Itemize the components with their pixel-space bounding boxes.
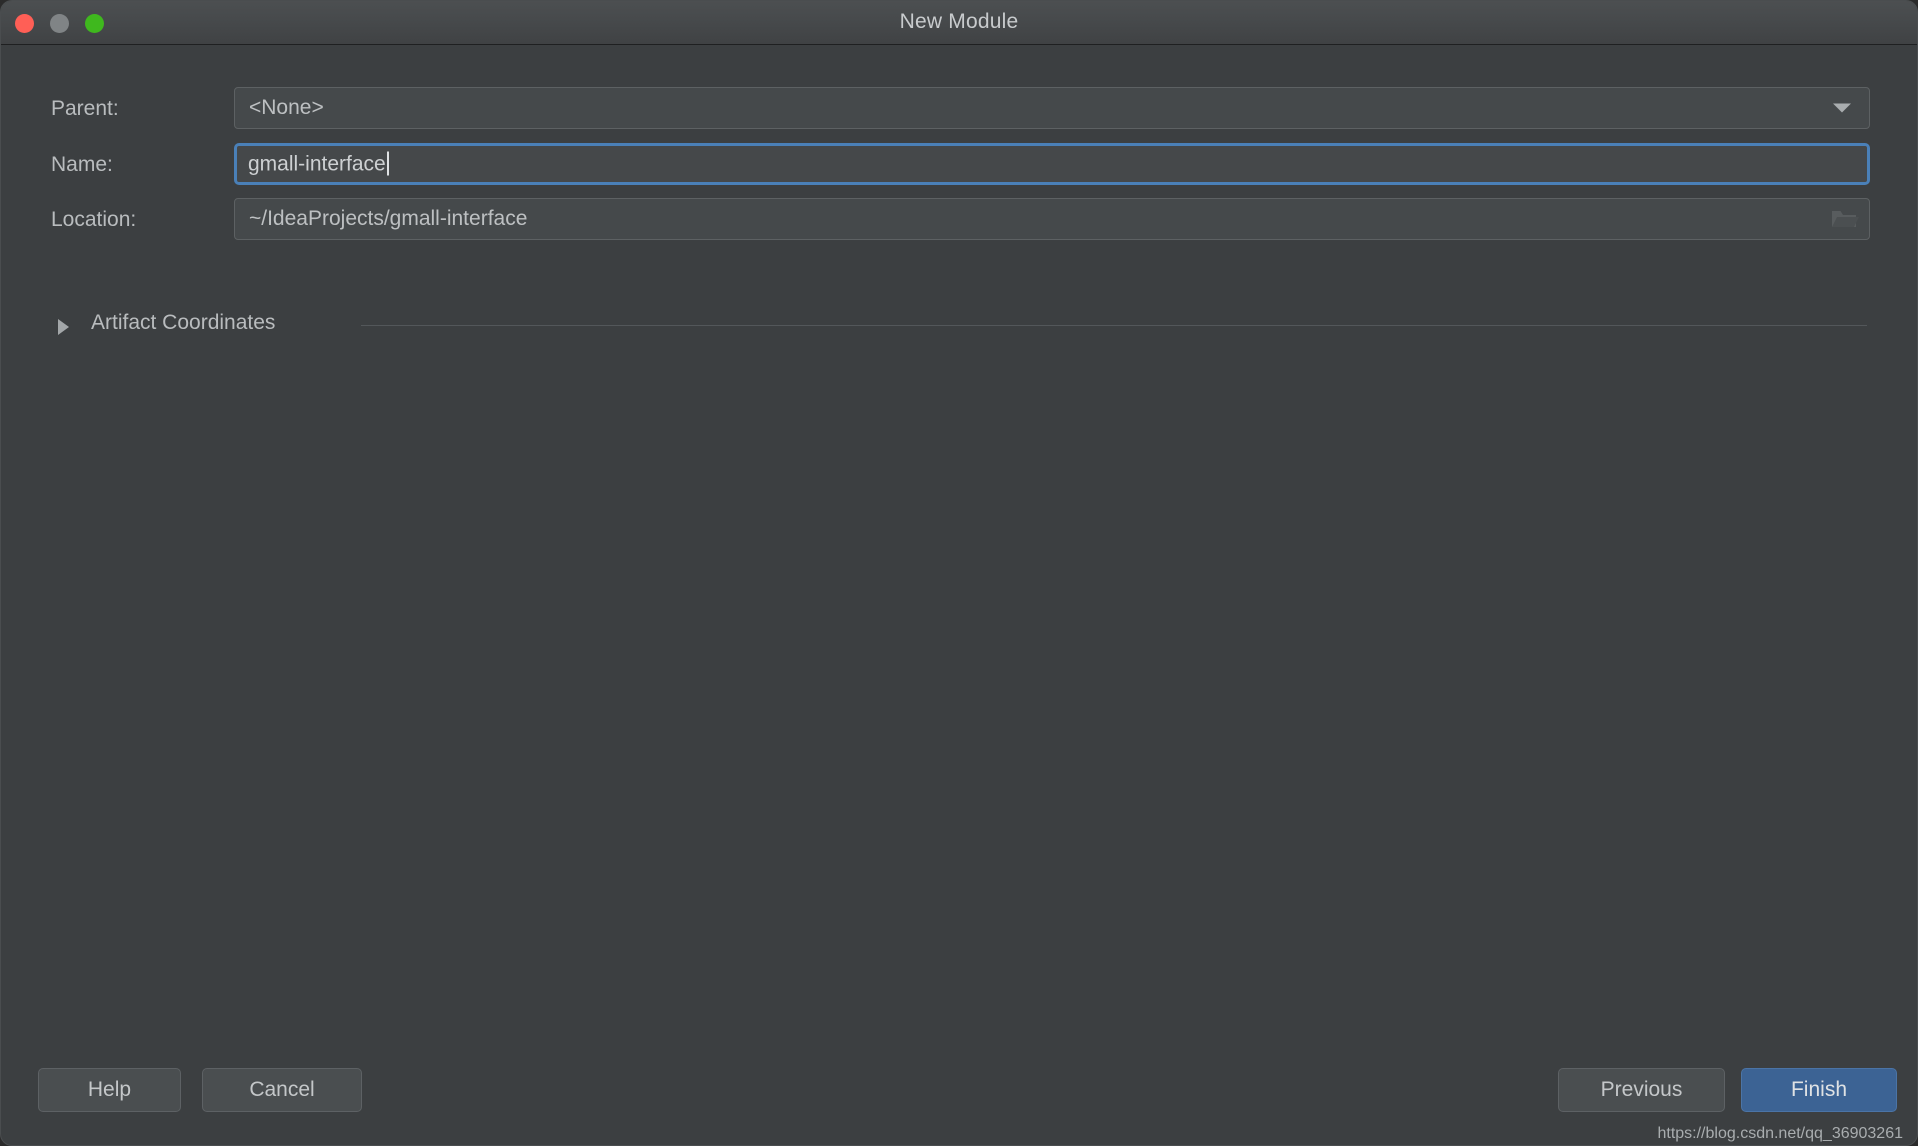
- parent-label: Parent:: [51, 97, 119, 120]
- previous-button[interactable]: Previous: [1558, 1068, 1725, 1112]
- finish-button[interactable]: Finish: [1741, 1068, 1897, 1112]
- artifact-coordinates-label: Artifact Coordinates: [91, 311, 276, 334]
- location-label: Location:: [51, 208, 137, 231]
- location-row: Location: ~/IdeaProjects/gmall-interface: [1, 198, 1917, 242]
- name-input-value: gmall-interface: [248, 151, 389, 177]
- watermark: https://blog.csdn.net/qq_36903261: [1657, 1125, 1903, 1142]
- section-divider: [361, 325, 1867, 326]
- artifact-coordinates-section[interactable]: Artifact Coordinates: [1, 311, 1917, 339]
- location-input-value: ~/IdeaProjects/gmall-interface: [249, 207, 528, 230]
- text-caret: [386, 151, 389, 176]
- folder-icon[interactable]: [1829, 206, 1859, 232]
- chevron-down-icon: [1833, 103, 1851, 113]
- name-label: Name:: [51, 153, 113, 176]
- new-module-dialog: New Module Parent: <None> Name: gmall-in…: [0, 0, 1918, 1146]
- parent-selected-value: <None>: [249, 96, 324, 119]
- parent-select[interactable]: <None>: [234, 87, 1870, 129]
- title-bar: New Module: [1, 1, 1917, 45]
- name-input-text: gmall-interface: [248, 152, 386, 176]
- triangle-right-icon[interactable]: [58, 319, 69, 335]
- name-input[interactable]: gmall-interface: [234, 143, 1870, 185]
- cancel-button[interactable]: Cancel: [202, 1068, 362, 1112]
- location-input[interactable]: ~/IdeaProjects/gmall-interface: [234, 198, 1870, 240]
- parent-row: Parent: <None>: [1, 87, 1917, 131]
- window-title: New Module: [899, 10, 1019, 33]
- help-button[interactable]: Help: [38, 1068, 181, 1112]
- name-row: Name: gmall-interface: [1, 143, 1917, 187]
